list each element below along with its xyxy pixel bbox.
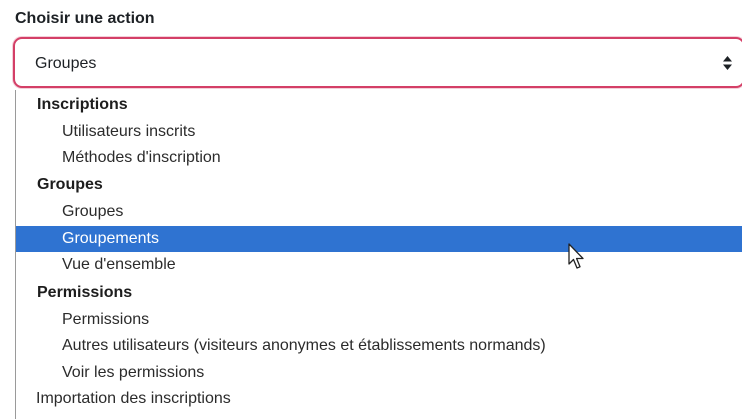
optgroup-groupes: Groupes (37, 176, 103, 193)
option-voir-permissions[interactable]: Voir les permissions (16, 360, 742, 386)
select-dropdown-list: Inscriptions Utilisateurs inscrits Métho… (15, 90, 742, 419)
option-autres-utilisateurs[interactable]: Autres utilisateurs (visiteurs anonymes … (16, 333, 742, 359)
option-vue-ensemble[interactable]: Vue d'ensemble (16, 252, 742, 278)
optgroup-inscriptions: Inscriptions (37, 96, 128, 113)
select-current-value: Groupes (35, 55, 97, 72)
option-groupes[interactable]: Groupes (16, 199, 742, 225)
option-importation-inscriptions[interactable]: Importation des inscriptions (16, 386, 742, 412)
option-utilisateurs-inscrits[interactable]: Utilisateurs inscrits (16, 119, 742, 145)
option-permissions[interactable]: Permissions (16, 307, 742, 333)
option-groupements[interactable]: Groupements (16, 226, 742, 252)
optgroup-permissions: Permissions (37, 284, 133, 301)
field-label: Choisir une action (15, 10, 155, 27)
option-methodes-inscription[interactable]: Méthodes d'inscription (16, 145, 742, 171)
mouse-pointer-icon (568, 243, 584, 269)
action-select[interactable]: Groupes (13, 37, 742, 88)
updown-arrows-icon (723, 56, 732, 70)
